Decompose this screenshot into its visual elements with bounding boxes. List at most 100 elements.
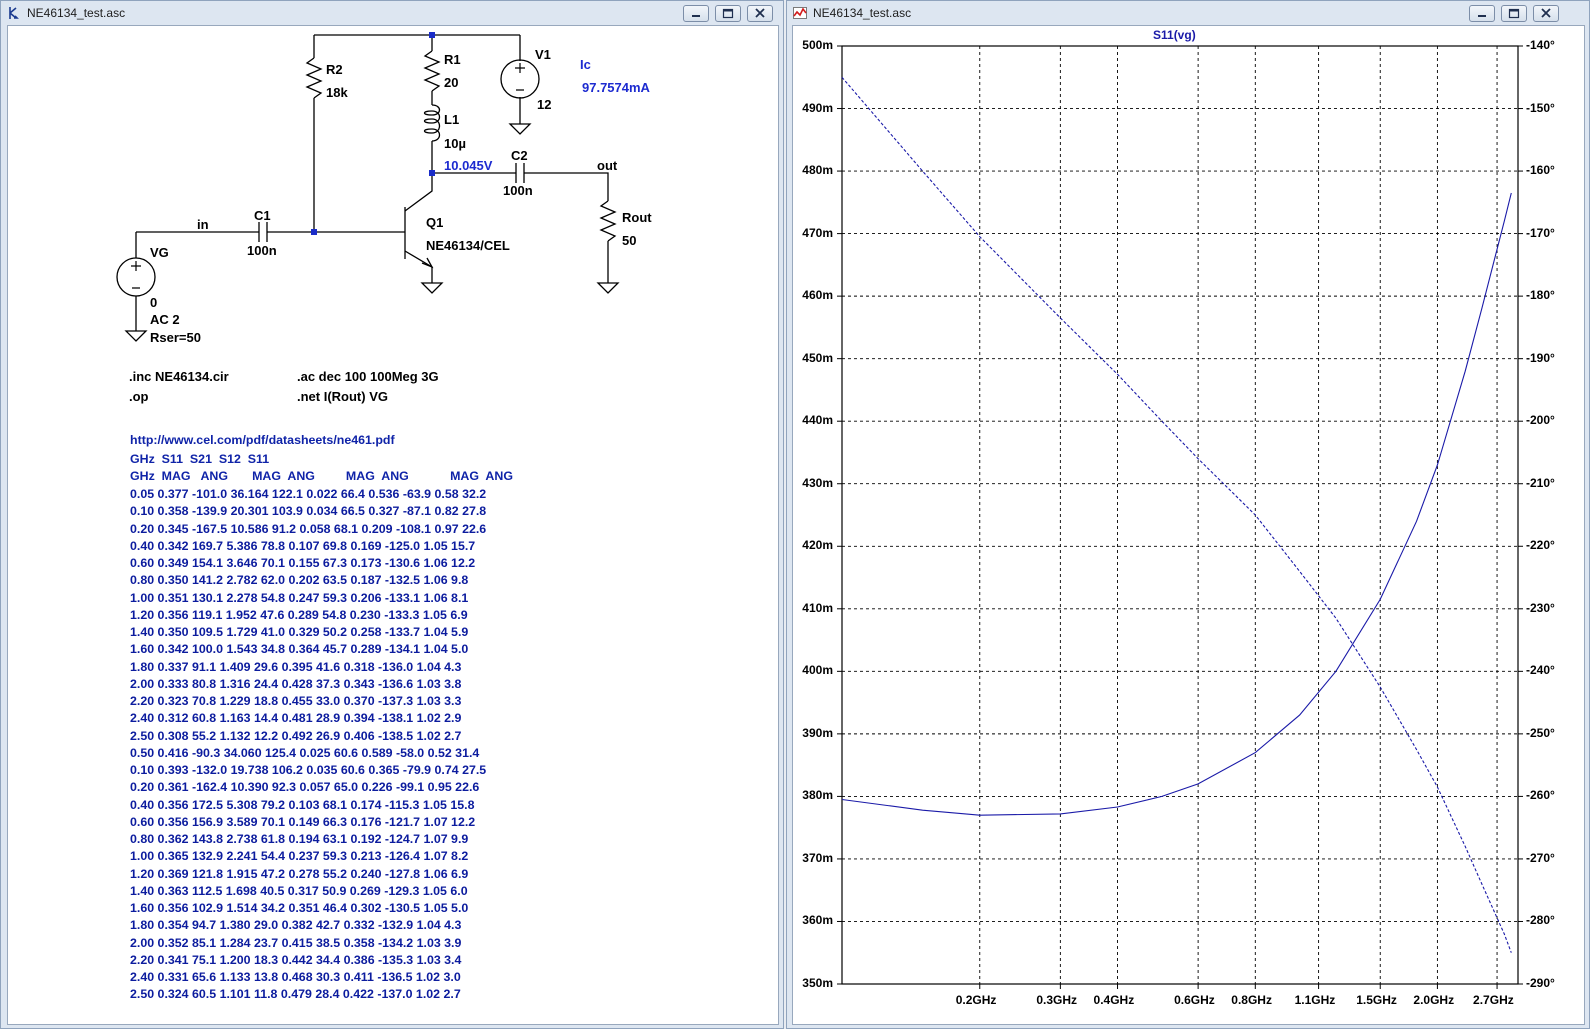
net-label-out: out [597, 158, 618, 173]
sparam-row: 1.60 0.342 100.0 1.543 34.8 0.364 45.7 0… [130, 642, 469, 657]
junction-base [311, 229, 317, 235]
plot-window[interactable]: NE46134_test.asc S11(vg) 500m 490m 480m 470… [786, 0, 1590, 1029]
left-axis-tick-label: 350m [802, 976, 833, 990]
sparam-row: 0.60 0.356 156.9 3.589 70.1 0.149 66.3 0… [130, 814, 476, 829]
series-phase-line [841, 76, 1512, 953]
l1-value: 10µ [444, 136, 466, 151]
right-axis-tick-label: -220° [1526, 538, 1555, 553]
minimize-icon [1478, 15, 1486, 17]
ic-label: Ic [580, 57, 591, 72]
close-icon [1541, 8, 1551, 18]
r1-value: 20 [444, 75, 459, 90]
ground-v1 [508, 123, 532, 135]
net-label-in: in [197, 217, 209, 232]
rout-name: Rout [622, 210, 652, 225]
sparam-table: 0.05 0.377 -101.0 36.164 122.1 0.022 66.… [130, 486, 486, 1004]
plot-close-button[interactable] [1533, 5, 1559, 22]
ground-q1 [420, 282, 444, 294]
schematic-canvas[interactable]: R2 18k R1 20 V1 12 L1 10µ C2 100n out Ro… [7, 25, 779, 1025]
right-axis-tick-label: -230° [1526, 600, 1555, 615]
sparam-row: 0.40 0.342 169.7 5.386 78.8 0.107 69.8 0… [130, 538, 476, 553]
minimize-button[interactable] [683, 5, 709, 22]
directive-op: .op [129, 389, 149, 404]
q1-collector-lead [404, 173, 433, 212]
x-axis-tick-label: 2.0GHz [1413, 993, 1455, 1007]
sparam-row: 0.20 0.361 -162.4 10.390 92.3 0.057 65.0… [130, 780, 480, 795]
r1-name: R1 [444, 52, 461, 67]
vg-name: VG [150, 245, 169, 260]
schematic-titlebar[interactable]: NE46134_test.asc [1, 1, 783, 27]
right-axis-tick-label: -290° [1526, 976, 1555, 990]
sparam-row: 2.40 0.331 65.6 1.133 13.8 0.468 30.3 0.… [130, 970, 461, 984]
q1-emitter-lead [404, 250, 433, 283]
sparam-header-2: GHz MAG ANG MAG ANG MAG ANG MAG ANG [130, 469, 513, 483]
sparam-row: 1.40 0.350 109.5 1.729 41.0 0.329 50.2 0… [130, 625, 469, 639]
plot-app-icon [793, 7, 807, 19]
series-magnitude-line [841, 192, 1512, 816]
ground-vg [124, 330, 148, 342]
right-axis-tick-label: -140° [1526, 38, 1555, 52]
sparam-row: 1.20 0.369 121.8 1.915 47.2 0.278 55.2 0… [130, 866, 469, 881]
left-axis-tick-label: 380m [802, 788, 833, 803]
x-axis-tick-label: 0.3GHz [1036, 993, 1078, 1007]
restore-button[interactable] [715, 5, 741, 22]
sparam-row: 0.80 0.362 143.8 2.738 61.8 0.194 63.1 0… [130, 832, 469, 846]
close-button[interactable] [747, 5, 773, 22]
left-axis-tick-label: 360m [802, 913, 833, 928]
right-axis-tick-label: -190° [1526, 350, 1555, 365]
sparam-row: 0.10 0.358 -139.9 20.301 103.9 0.034 66.… [130, 504, 487, 519]
x-axis-tick-label: 2.7GHz [1473, 993, 1514, 1007]
x-axis-tick-label: 0.4GHz [1093, 993, 1135, 1007]
sparam-row: 1.80 0.354 94.7 1.380 29.0 0.382 42.7 0.… [130, 918, 462, 933]
x-axis-tick-label: 1.5GHz [1356, 993, 1397, 1007]
sparam-row: 2.50 0.324 60.5 1.101 11.8 0.479 28.4 0.… [130, 987, 461, 1002]
sparam-row: 1.00 0.351 130.1 2.278 54.8 0.247 59.3 0… [130, 590, 469, 605]
right-axis-tick-label: -160° [1526, 163, 1555, 178]
r2-value: 18k [326, 85, 348, 100]
c1-value: 100n [247, 243, 277, 258]
sparam-row: 2.20 0.341 75.1 1.200 18.3 0.442 34.4 0.… [130, 952, 462, 967]
right-axis-tick-label: -210° [1526, 475, 1555, 490]
directive-inc: .inc NE46134.cir [129, 369, 229, 384]
right-axis-tick-label: -240° [1526, 663, 1555, 678]
close-icon [755, 8, 765, 18]
vg-ac: AC 2 [150, 312, 180, 327]
datasheet-url[interactable]: http://www.cel.com/pdf/datasheets/ne461.… [130, 433, 395, 447]
x-axis-tick-label: 0.8GHz [1231, 993, 1272, 1007]
rout-value: 50 [622, 233, 637, 248]
sparam-row: 2.00 0.333 80.8 1.316 24.4 0.428 37.3 0.… [130, 676, 462, 691]
right-axis-tick-label: -280° [1526, 913, 1555, 928]
left-axis-tick-label: 410m [802, 600, 833, 615]
vg-rser: Rser=50 [150, 330, 201, 345]
schematic-app-icon [9, 7, 19, 19]
wire-c2-out [524, 172, 609, 201]
sparam-row: 0.50 0.416 -90.3 34.060 125.4 0.025 60.6… [130, 745, 480, 760]
sparam-row: 0.20 0.345 -167.5 10.586 91.2 0.058 68.1… [130, 521, 487, 536]
left-axis-tick-label: 420m [802, 538, 833, 553]
right-axis-tick-label: -270° [1526, 850, 1555, 865]
schematic-window[interactable]: NE46134_test.asc R2 18k R1 20 V1 12 L1 1… [0, 0, 784, 1029]
sparam-row: 0.40 0.356 172.5 5.308 79.2 0.103 68.1 0… [130, 797, 475, 812]
x-axis-tick-label: 0.6GHz [1174, 993, 1215, 1007]
left-axis-tick-label: 480m [802, 163, 833, 178]
plot-titlebar[interactable]: NE46134_test.asc [787, 1, 1589, 27]
plot-frame [841, 45, 1519, 985]
restore-icon [722, 8, 734, 19]
left-axis-tick-label: 490m [802, 100, 833, 115]
junction-collector [429, 170, 435, 176]
sparam-row: 1.40 0.363 112.5 1.698 40.5 0.317 50.9 0… [130, 883, 468, 898]
plot-area[interactable]: S11(vg) 500m 490m 480m 470m 460m 450m 440m 430m… [792, 25, 1585, 1025]
ground-rout [596, 282, 620, 294]
sparam-row: 1.00 0.365 132.9 2.241 54.4 0.237 59.3 0… [130, 849, 469, 864]
plot-restore-button[interactable] [1501, 5, 1527, 22]
restore-icon [1508, 8, 1520, 19]
left-axis-tick-label: 400m [802, 663, 833, 678]
plot-minimize-button[interactable] [1469, 5, 1495, 22]
v1-name: V1 [535, 47, 551, 62]
sparam-header-1: GHz S11 S21 S12 S11 [130, 452, 270, 466]
right-axis-tick-label: -150° [1526, 100, 1555, 115]
left-axis-tick-label: 450m [802, 350, 833, 365]
right-axis-tick-label: -180° [1526, 288, 1555, 303]
junction-top [429, 32, 435, 38]
x-axis-tick-label: 1.1GHz [1294, 993, 1336, 1007]
